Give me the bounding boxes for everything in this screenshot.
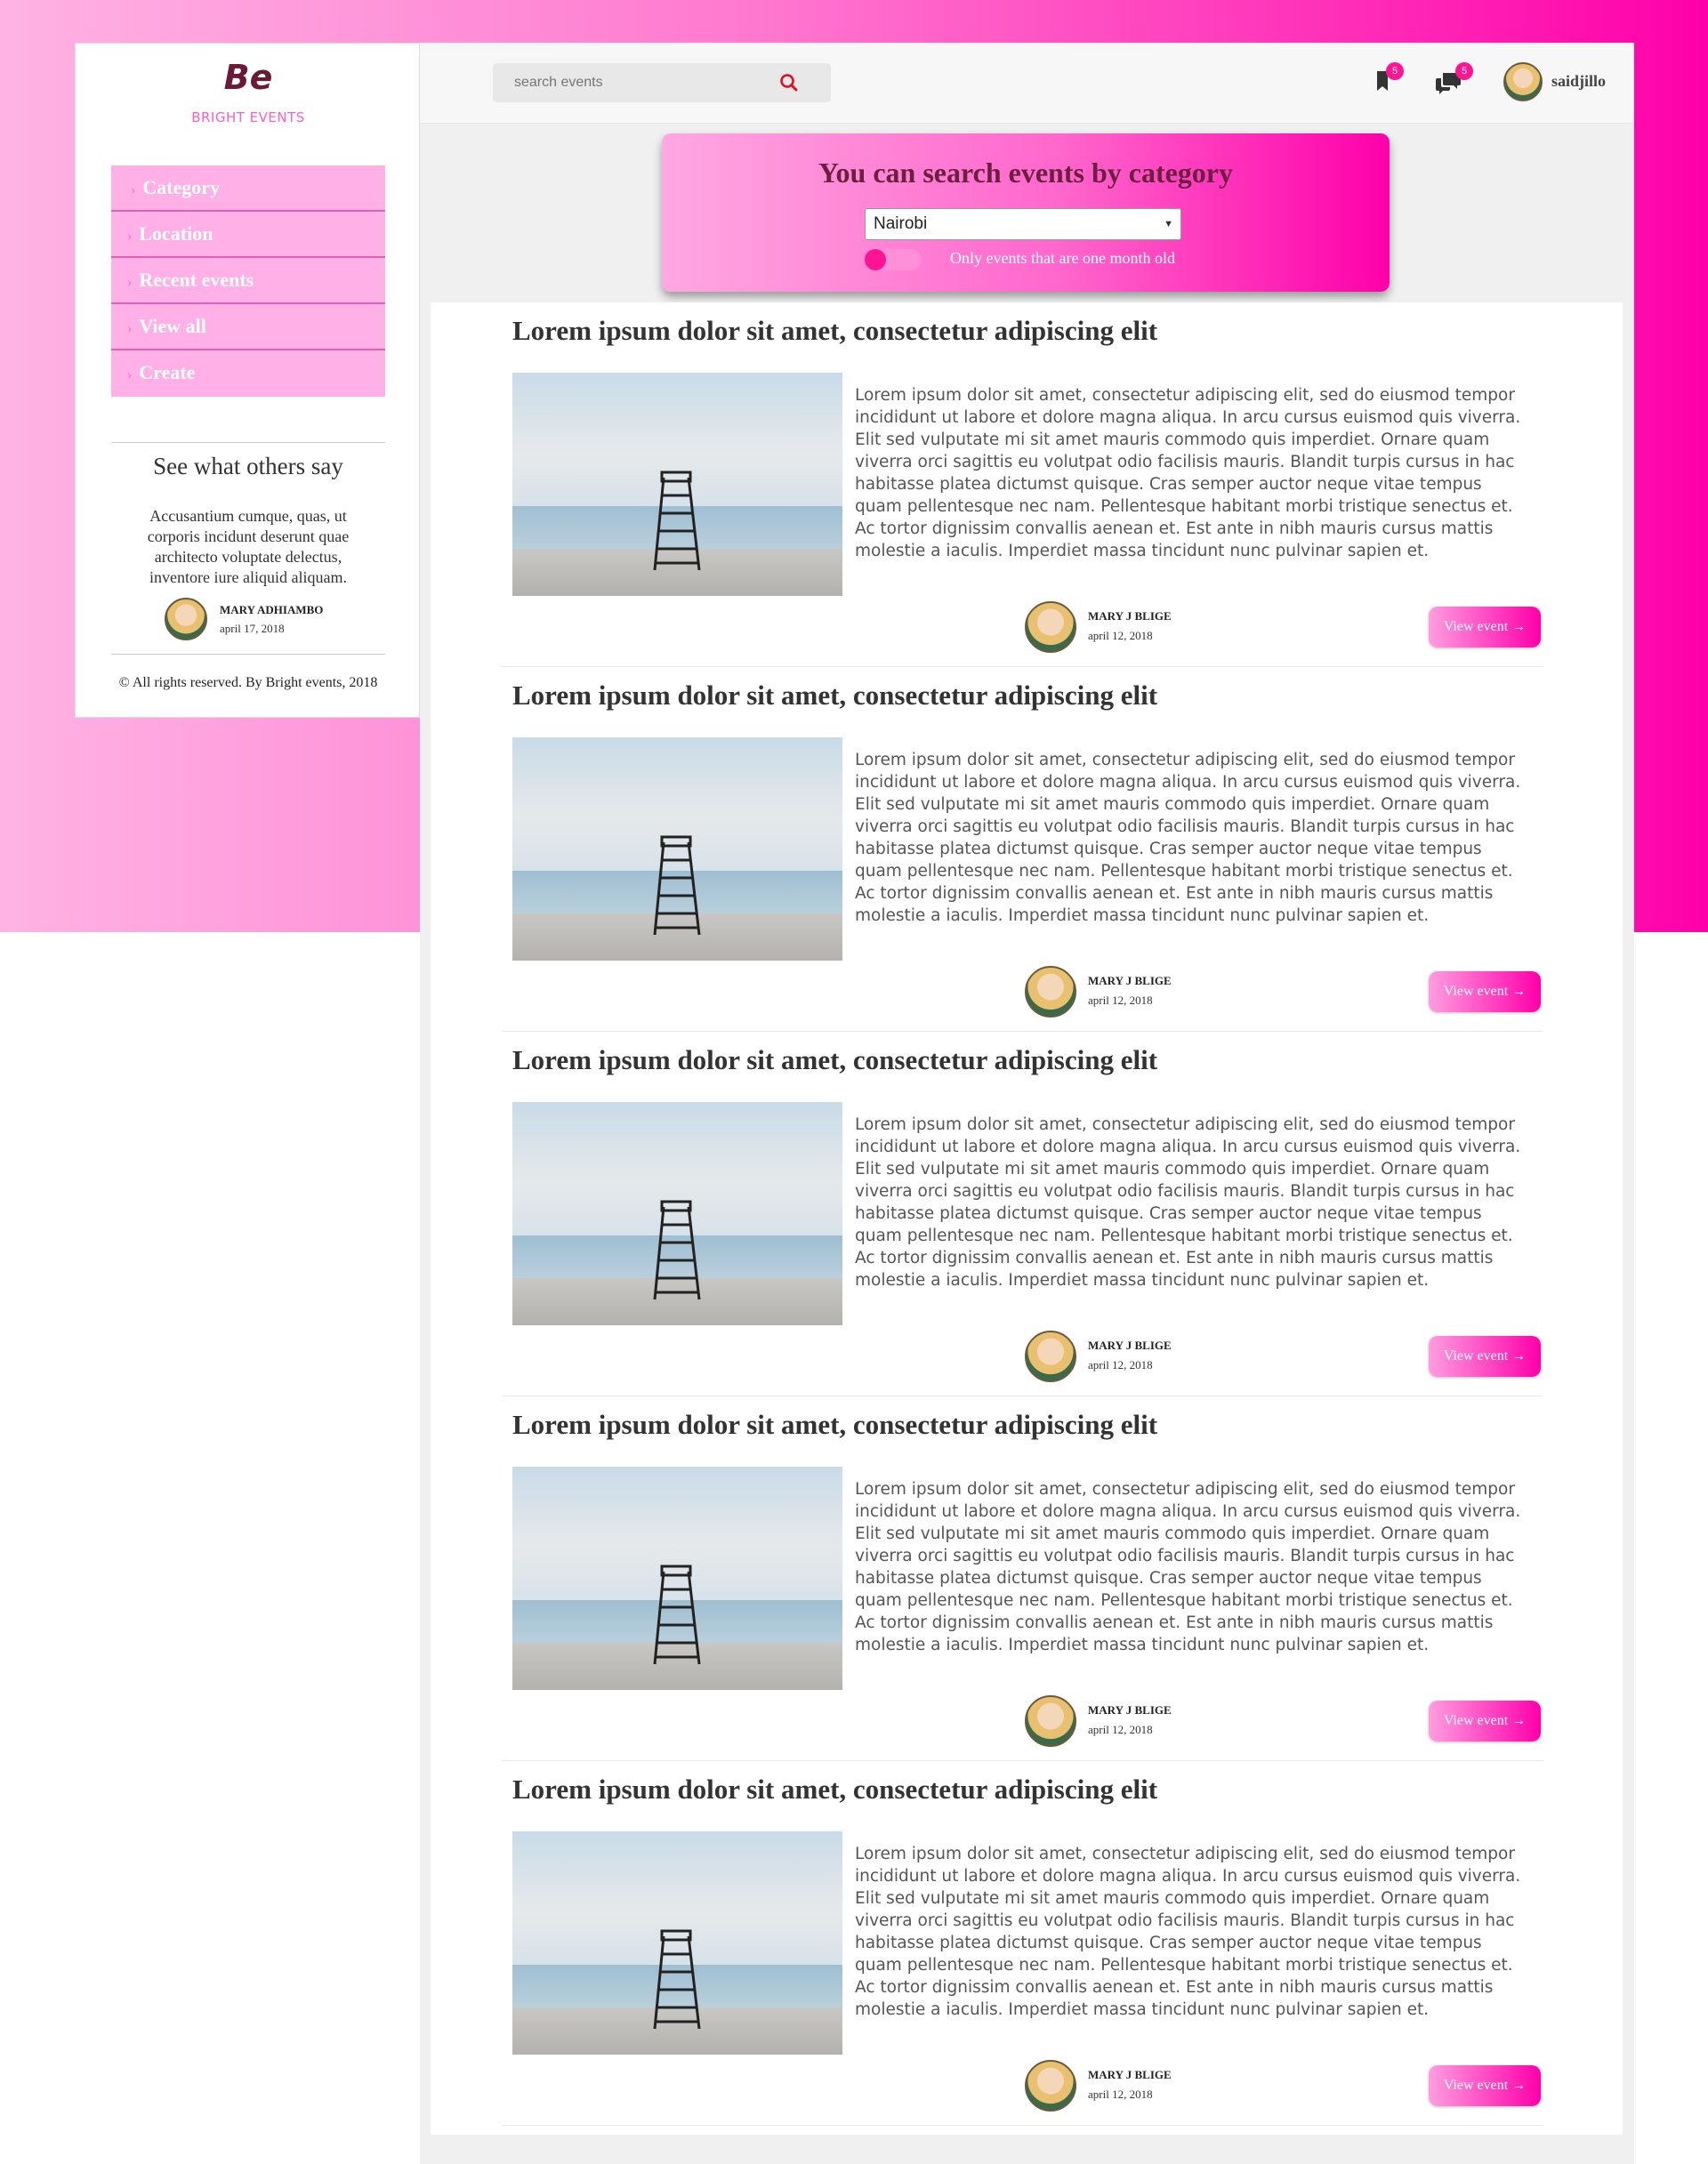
sidebar-item-create[interactable]: › Create: [111, 350, 385, 397]
sidebar-item-label: View all: [139, 315, 206, 337]
avatar: [1025, 601, 1076, 653]
author-name: MARY J BLIGE: [1088, 609, 1172, 623]
toggle-label: Only events that are one month old: [950, 249, 1175, 267]
avatar: [1025, 1331, 1076, 1382]
one-month-toggle[interactable]: [865, 249, 922, 270]
main-panel: 5 5 saidjillo You can search events by c…: [420, 43, 1634, 2164]
top-bar: 5 5 saidjillo: [420, 43, 1634, 124]
beach-lifeguard-tower-image: [512, 1831, 842, 2055]
filter-title: You can search events by category: [818, 157, 1233, 189]
event-description: Lorem ipsum dolor sit amet, consectetur …: [855, 1845, 1521, 2019]
sidebar-item-label: Create: [139, 361, 196, 383]
event-image[interactable]: [512, 373, 842, 596]
avatar: [1025, 966, 1076, 1018]
event-title[interactable]: Lorem ipsum dolor sit amet, consectetur …: [512, 1774, 1157, 1806]
view-event-button[interactable]: View event →: [1429, 971, 1541, 1012]
user-menu[interactable]: saidjillo: [1503, 62, 1628, 105]
testimonial-title: See what others say: [153, 453, 343, 479]
sidebar-item-label: Category: [142, 176, 221, 198]
author-name: MARY J BLIGE: [1088, 2068, 1172, 2081]
event-image[interactable]: [512, 1467, 842, 1690]
sidebar-item-recent-events[interactable]: › Recent events: [111, 258, 385, 304]
sidebar-item-location[interactable]: › Location: [111, 212, 385, 258]
avatar: [165, 598, 207, 640]
view-event-button[interactable]: View event →: [1429, 1701, 1541, 1742]
beach-lifeguard-tower-image: [512, 1102, 842, 1325]
avatar: [1025, 1695, 1076, 1747]
event-description: Lorem ipsum dolor sit amet, consectetur …: [855, 1480, 1521, 1654]
event-description: Lorem ipsum dolor sit amet, consectetur …: [855, 1115, 1521, 1290]
author-name: MARY J BLIGE: [1088, 1703, 1172, 1717]
event-card: Lorem ipsum dolor sit amet, consectetur …: [502, 1032, 1543, 1396]
event-description: Lorem ipsum dolor sit amet, consectetur …: [855, 386, 1521, 560]
chevron-right-icon: ›: [131, 182, 136, 197]
sidebar-item-label: Recent events: [139, 269, 254, 291]
location-select[interactable]: Nairobi ▼: [865, 208, 1181, 240]
toggle-knob: [865, 249, 886, 270]
event-title[interactable]: Lorem ipsum dolor sit amet, consectetur …: [512, 680, 1157, 712]
author-name: MARY J BLIGE: [1088, 1339, 1172, 1352]
sidebar: Be BRIGHT EVENTS › Category › Location › Re…: [75, 43, 420, 718]
beach-lifeguard-tower-image: [512, 373, 842, 596]
author-date: april 12, 2018: [1088, 1723, 1153, 1736]
bookmark-count-badge: 5: [1386, 62, 1404, 80]
author-date: april 17, 2018: [220, 622, 285, 635]
author-name: MARY ADHIAMBO: [220, 603, 324, 616]
location-select-value: Nairobi: [874, 214, 928, 233]
brand-logo[interactable]: Be: [76, 58, 421, 97]
event-author: MARY J BLIGE april 12, 2018: [1025, 1331, 1221, 1382]
category-filter-panel: You can search events by category Nairob…: [662, 133, 1390, 292]
chevron-right-icon: ›: [127, 275, 133, 290]
event-card: Lorem ipsum dolor sit amet, consectetur …: [502, 1761, 1543, 2126]
author-date: april 12, 2018: [1088, 2088, 1153, 2101]
view-event-button[interactable]: View event →: [1429, 607, 1541, 648]
event-title[interactable]: Lorem ipsum dolor sit amet, consectetur …: [512, 315, 1157, 347]
author-date: april 12, 2018: [1088, 994, 1153, 1007]
chevron-right-icon: ›: [127, 321, 133, 336]
beach-lifeguard-tower-image: [512, 1467, 842, 1690]
event-author: MARY J BLIGE april 12, 2018: [1025, 601, 1221, 653]
sidebar-item-label: Location: [139, 222, 214, 245]
event-image[interactable]: [512, 1102, 842, 1325]
event-image[interactable]: [512, 737, 842, 961]
avatar: [1503, 62, 1543, 101]
event-card: Lorem ipsum dolor sit amet, consectetur …: [502, 1396, 1543, 1761]
sidebar-nav: › Category › Location › Recent events › View…: [111, 165, 385, 397]
search-icon[interactable]: [777, 71, 801, 94]
testimonial-author: MARY ADHIAMBO april 17, 2018: [165, 598, 387, 642]
search-input[interactable]: [493, 63, 777, 102]
brand-name: BRIGHT EVENTS: [191, 109, 305, 125]
event-author: MARY J BLIGE april 12, 2018: [1025, 1695, 1221, 1747]
event-image[interactable]: [512, 1831, 842, 2055]
messages-button[interactable]: 5: [1432, 62, 1473, 101]
testimonial-text: Accusantium cumque, quas, ut corporis in…: [147, 507, 350, 586]
event-title[interactable]: Lorem ipsum dolor sit amet, consectetur …: [512, 1409, 1157, 1441]
chevron-right-icon: ›: [127, 229, 133, 244]
view-event-button[interactable]: View event →: [1429, 2065, 1541, 2106]
event-title[interactable]: Lorem ipsum dolor sit amet, consectetur …: [512, 1044, 1157, 1076]
events-feed: Lorem ipsum dolor sit amet, consectetur …: [431, 302, 1623, 2135]
event-author: MARY J BLIGE april 12, 2018: [1025, 966, 1221, 1018]
avatar: [1025, 2060, 1076, 2112]
divider: [111, 654, 385, 655]
event-description: Lorem ipsum dolor sit amet, consectetur …: [855, 751, 1521, 925]
divider: [111, 442, 385, 443]
username: saidjillo: [1551, 72, 1607, 90]
beach-lifeguard-tower-image: [512, 737, 842, 961]
sidebar-item-view-all[interactable]: › View all: [111, 304, 385, 350]
event-card: Lorem ipsum dolor sit amet, consectetur …: [502, 667, 1543, 1032]
event-card: Lorem ipsum dolor sit amet, consectetur …: [502, 302, 1543, 667]
search-box: [493, 63, 831, 102]
event-author: MARY J BLIGE april 12, 2018: [1025, 2060, 1221, 2112]
sidebar-item-category[interactable]: › Category: [111, 165, 385, 212]
bookmark-button[interactable]: 5: [1368, 62, 1404, 101]
author-date: april 12, 2018: [1088, 629, 1153, 642]
caret-down-icon: ▼: [1164, 219, 1173, 229]
messages-count-badge: 5: [1455, 62, 1473, 80]
footer-copyright: © All rights reserved. By Bright events,…: [118, 675, 378, 690]
author-date: april 12, 2018: [1088, 1358, 1153, 1372]
view-event-button[interactable]: View event →: [1429, 1336, 1541, 1377]
chevron-right-icon: ›: [127, 367, 133, 382]
author-name: MARY J BLIGE: [1088, 974, 1172, 987]
